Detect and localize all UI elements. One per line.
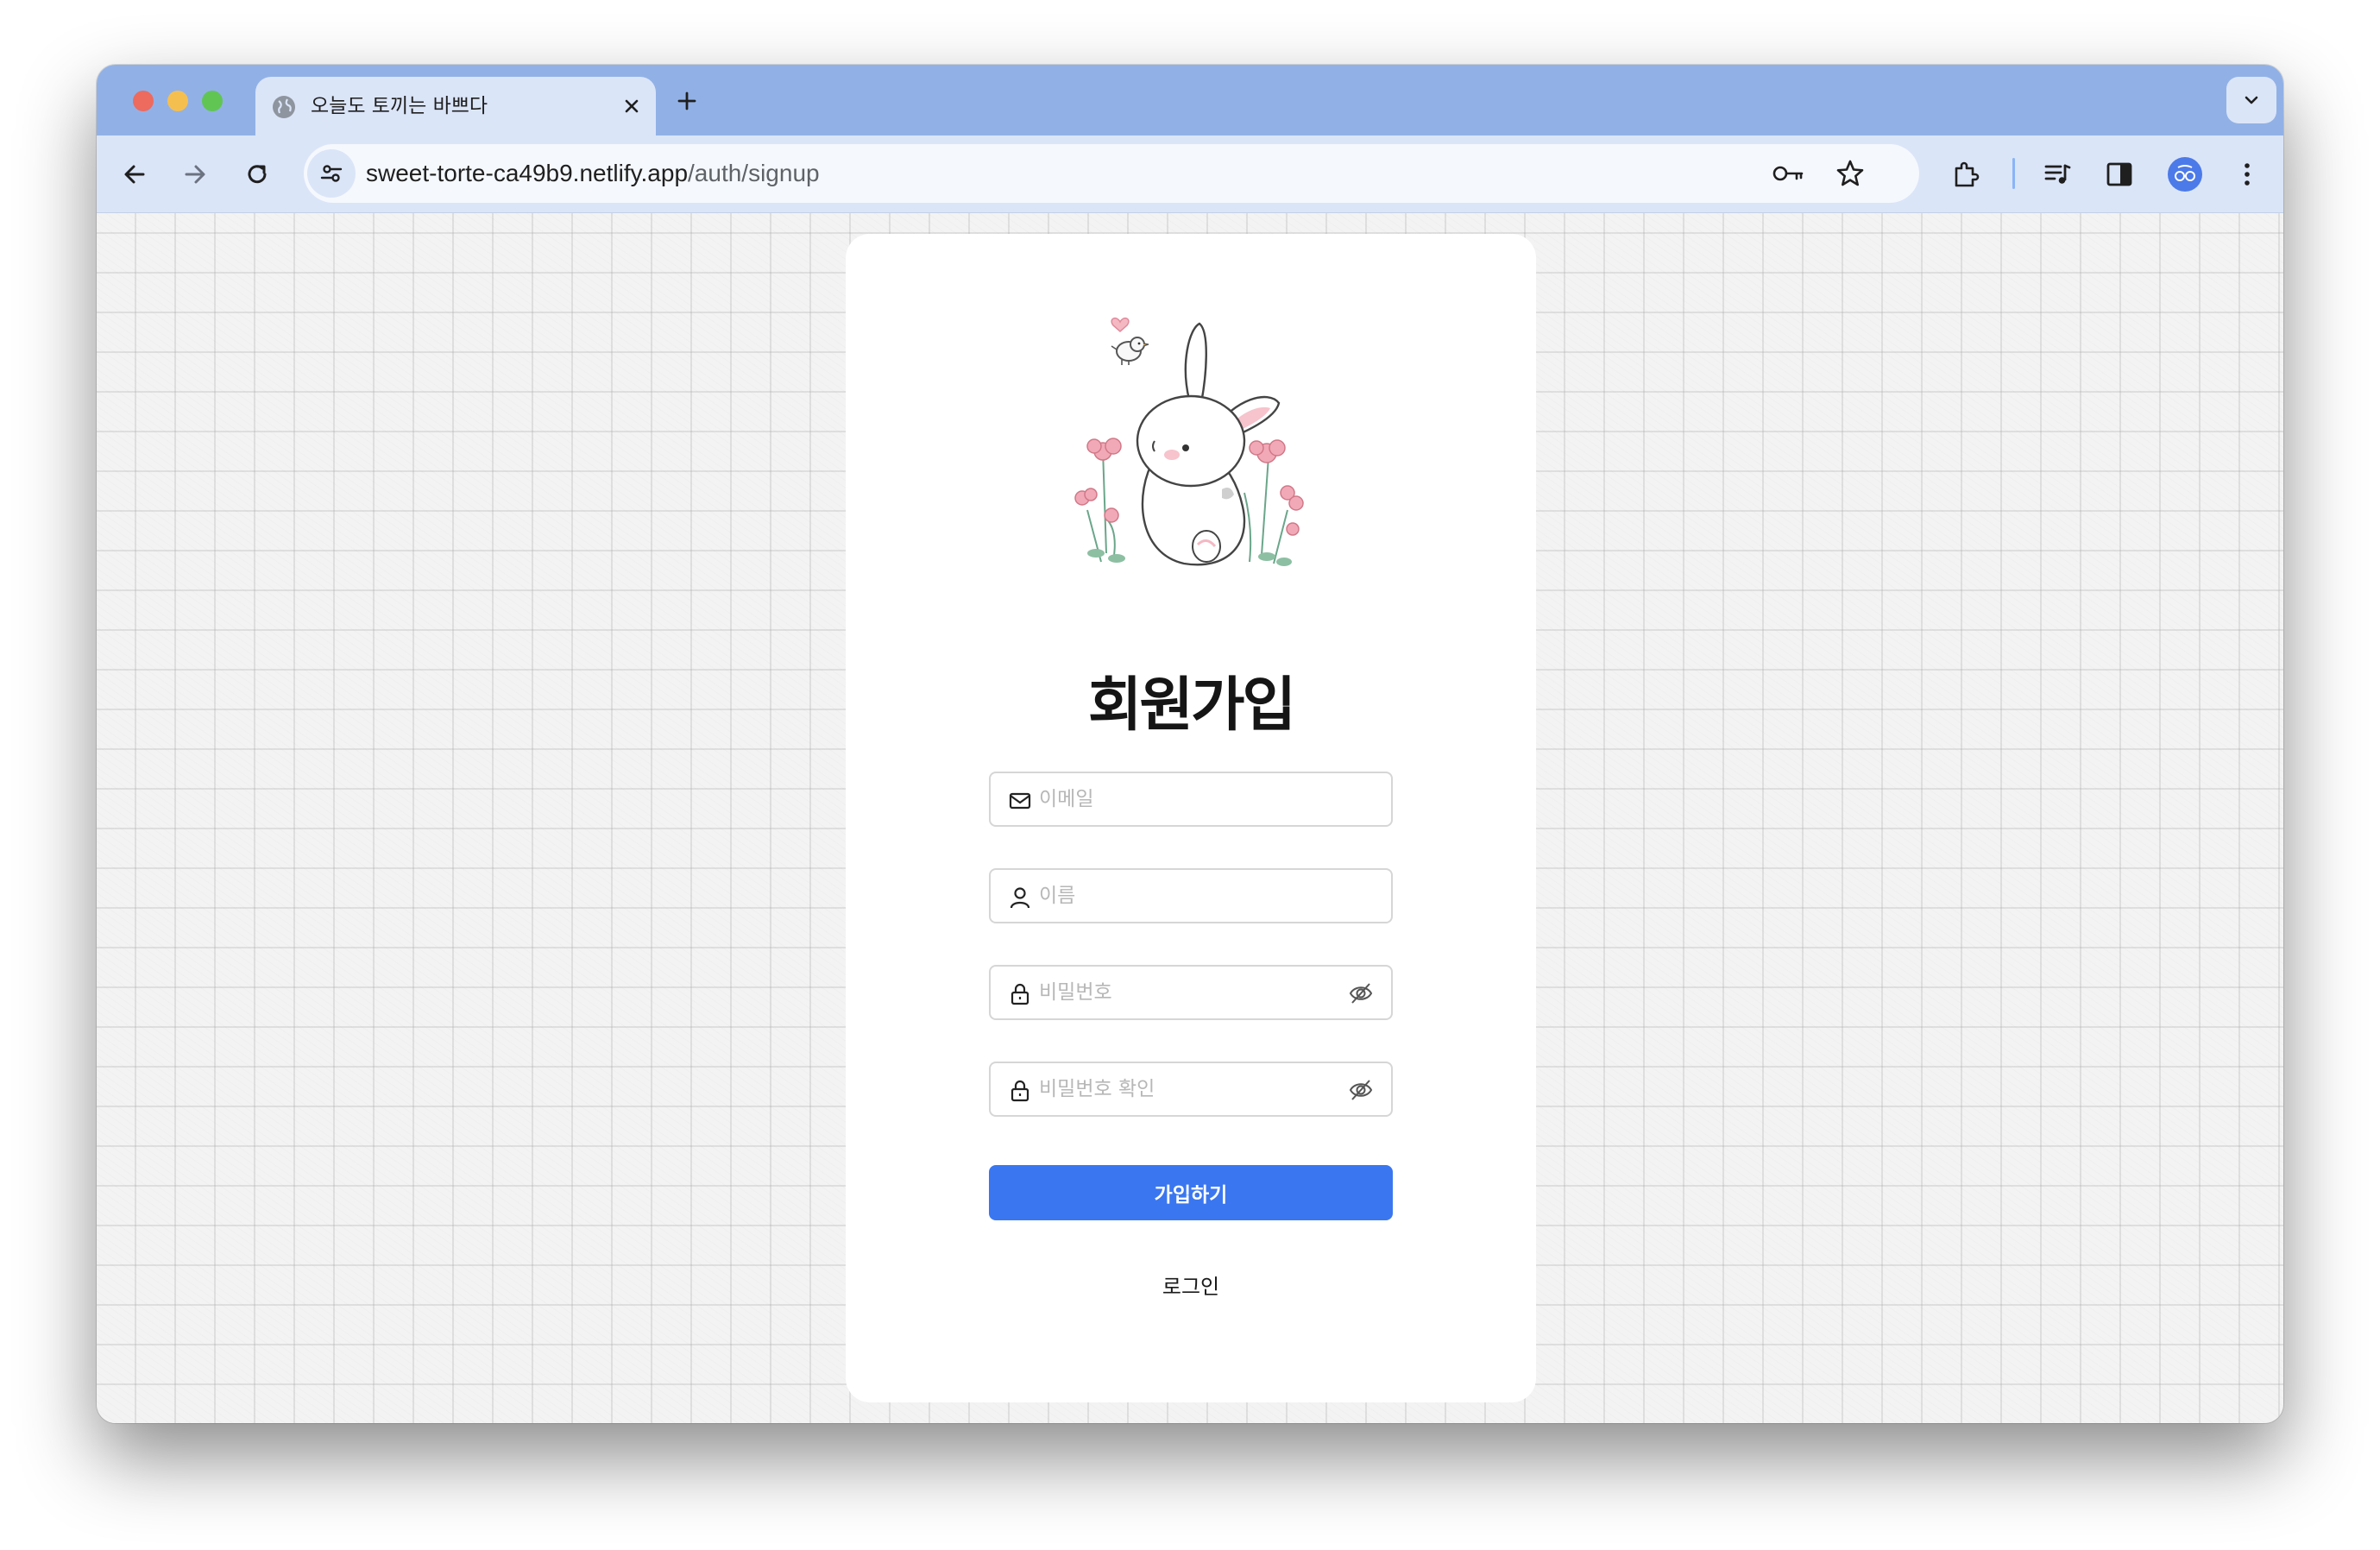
tab-search-button[interactable] bbox=[2226, 77, 2276, 123]
close-window-button[interactable] bbox=[133, 91, 154, 111]
password-input[interactable] bbox=[1039, 967, 1332, 1018]
tab-strip: 오늘도 토끼는 바쁘다 bbox=[97, 65, 2283, 135]
tune-icon bbox=[320, 165, 343, 182]
signup-card: 회원가입 이메일 이름 가입하기 로그인 bbox=[846, 234, 1536, 1402]
email-field[interactable] bbox=[989, 772, 1393, 827]
url-text[interactable]: sweet-torte-ca49b9.netlify.app/auth/sign… bbox=[366, 160, 820, 187]
maximize-window-button[interactable] bbox=[202, 91, 223, 111]
mail-icon bbox=[1009, 792, 1031, 810]
address-bar[interactable]: sweet-torte-ca49b9.netlify.app/auth/sign… bbox=[304, 144, 1919, 203]
page-viewport: 회원가입 이메일 이름 가입하기 로그인 bbox=[97, 213, 2283, 1423]
reload-icon[interactable] bbox=[242, 159, 273, 190]
url-path: /auth/signup bbox=[688, 160, 820, 186]
browser-tab-active[interactable]: 오늘도 토끼는 바쁘다 bbox=[255, 77, 656, 135]
globe-icon bbox=[273, 96, 295, 118]
side-panel-icon[interactable] bbox=[2104, 159, 2135, 190]
profile-glasses-icon bbox=[2175, 165, 2195, 181]
star-icon[interactable] bbox=[1835, 158, 1866, 189]
chevron-down-icon bbox=[2245, 96, 2258, 104]
minimize-window-button[interactable] bbox=[167, 91, 188, 111]
browser-toolbar: sweet-torte-ca49b9.netlify.app/auth/sign… bbox=[97, 135, 2283, 213]
browser-window: 오늘도 토끼는 바쁘다 sweet-torte-ca49b9.netlify.a… bbox=[97, 65, 2283, 1423]
site-info-button[interactable] bbox=[307, 149, 356, 198]
profile-avatar[interactable] bbox=[2168, 157, 2202, 192]
puzzle-icon[interactable] bbox=[1950, 159, 1981, 190]
lock-icon bbox=[1011, 1080, 1029, 1102]
signup-button[interactable]: 가입하기 bbox=[989, 1165, 1393, 1220]
tab-title: 오늘도 토끼는 바쁘다 bbox=[311, 95, 488, 117]
lock-icon bbox=[1011, 983, 1029, 1005]
page-title: 회원가입 bbox=[1087, 671, 1296, 740]
new-tab-icon[interactable] bbox=[673, 87, 701, 115]
name-field[interactable] bbox=[989, 868, 1393, 923]
url-host: sweet-torte-ca49b9.netlify.app bbox=[366, 160, 689, 186]
media-queue-icon[interactable] bbox=[2042, 159, 2073, 190]
eye-off-icon[interactable] bbox=[1348, 980, 1374, 1006]
close-tab-icon[interactable] bbox=[620, 94, 644, 118]
eye-off-icon[interactable] bbox=[1348, 1077, 1374, 1103]
login-link[interactable]: 로그인 bbox=[846, 1270, 1536, 1300]
arrow-left-icon[interactable] bbox=[119, 159, 150, 190]
key-icon[interactable] bbox=[1771, 158, 1805, 189]
password-field[interactable] bbox=[989, 965, 1393, 1020]
password-confirm-input[interactable] bbox=[1039, 1063, 1332, 1115]
password-confirm-field[interactable] bbox=[989, 1062, 1393, 1117]
email-input[interactable] bbox=[1039, 773, 1332, 825]
bunny-illustration bbox=[1074, 317, 1304, 566]
name-input[interactable] bbox=[1039, 870, 1332, 922]
kebab-menu-icon[interactable] bbox=[2232, 159, 2263, 190]
toolbar-divider bbox=[2012, 158, 2015, 189]
arrow-right-icon[interactable] bbox=[179, 159, 211, 190]
user-icon bbox=[1010, 887, 1030, 909]
